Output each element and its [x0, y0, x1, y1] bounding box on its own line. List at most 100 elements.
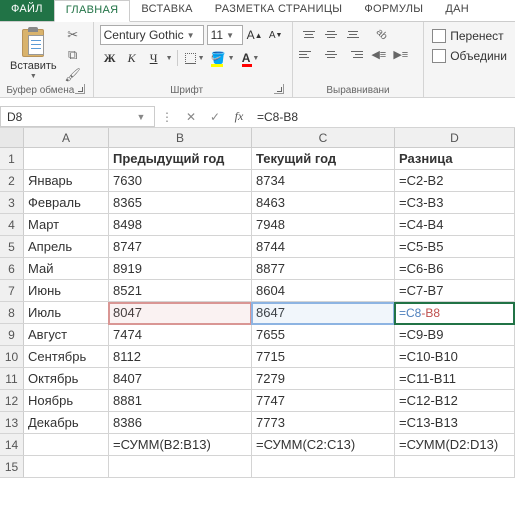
name-box-dropdown[interactable]: ▼	[134, 112, 148, 122]
row-header[interactable]: 2	[0, 170, 24, 191]
cell[interactable]: =C2-B2	[395, 170, 515, 191]
cell[interactable]: =C4-B4	[395, 214, 515, 235]
cell[interactable]: 7747	[252, 390, 395, 411]
cell[interactable]	[24, 434, 109, 455]
align-bottom-button[interactable]	[343, 25, 363, 43]
cell[interactable]: Август	[24, 324, 109, 345]
align-left-button[interactable]	[299, 45, 319, 63]
cell[interactable]: 8463	[252, 192, 395, 213]
cell[interactable]: =C10-B10	[395, 346, 515, 367]
font-dialog-icon[interactable]	[274, 84, 284, 94]
row-header[interactable]: 14	[0, 434, 24, 455]
cell[interactable]	[395, 456, 515, 477]
cell[interactable]: Декабрь	[24, 412, 109, 433]
cell[interactable]: =C8-B8	[395, 302, 515, 323]
tab-page-layout[interactable]: РАЗМЕТКА СТРАНИЦЫ	[204, 0, 354, 21]
cell[interactable]: 8877	[252, 258, 395, 279]
cell[interactable]: Текущий год	[252, 148, 395, 169]
fill-color-button[interactable]: 🪣▼	[210, 48, 236, 68]
align-center-button[interactable]	[321, 45, 341, 63]
cell[interactable]: =C12-B12	[395, 390, 515, 411]
clipboard-dialog-icon[interactable]	[75, 84, 85, 94]
row-header[interactable]: 10	[0, 346, 24, 367]
orientation-button[interactable]: ab	[369, 25, 395, 43]
align-top-button[interactable]	[299, 25, 319, 43]
col-header-c[interactable]: C	[252, 128, 395, 147]
row-header[interactable]: 5	[0, 236, 24, 257]
paste-button[interactable]: Вставить ▼	[6, 25, 61, 83]
cell[interactable]: 8881	[109, 390, 252, 411]
cell[interactable]: =C13-B13	[395, 412, 515, 433]
decrease-indent-button[interactable]: ◀≡	[369, 45, 389, 63]
cell[interactable]: 7655	[252, 324, 395, 345]
cell[interactable]: 8521	[109, 280, 252, 301]
cell[interactable]: 8919	[109, 258, 252, 279]
copy-icon[interactable]: ⧉	[65, 47, 81, 63]
name-box[interactable]: D8▼	[0, 106, 155, 127]
cell[interactable]: Разница	[395, 148, 515, 169]
col-header-b[interactable]: B	[109, 128, 252, 147]
select-all-corner[interactable]	[0, 128, 24, 147]
cell[interactable]	[252, 456, 395, 477]
wrap-text-button[interactable]: Перенест	[432, 29, 507, 43]
row-header[interactable]: 15	[0, 456, 24, 477]
cell[interactable]: 7773	[252, 412, 395, 433]
tab-formulas[interactable]: ФОРМУЛЫ	[353, 0, 434, 21]
tab-file[interactable]: ФАЙЛ	[0, 0, 54, 21]
cell[interactable]: =C9-B9	[395, 324, 515, 345]
row-header[interactable]: 12	[0, 390, 24, 411]
row-header[interactable]: 1	[0, 148, 24, 169]
formula-accept-icon[interactable]: ✓	[203, 106, 227, 127]
increase-font-icon[interactable]: A▲	[246, 26, 264, 44]
cell[interactable]: 8747	[109, 236, 252, 257]
cell[interactable]: =C7-B7	[395, 280, 515, 301]
cell[interactable]: 8407	[109, 368, 252, 389]
row-header[interactable]: 8	[0, 302, 24, 323]
cell[interactable]: 7715	[252, 346, 395, 367]
cell[interactable]: =C11-B11	[395, 368, 515, 389]
cell[interactable]: 7948	[252, 214, 395, 235]
cell[interactable]: 8734	[252, 170, 395, 191]
font-family-select[interactable]: Century Gothic▼	[100, 25, 204, 45]
cell[interactable]: 7474	[109, 324, 252, 345]
cell[interactable]	[109, 456, 252, 477]
cell[interactable]: 7630	[109, 170, 252, 191]
cell[interactable]: 8744	[252, 236, 395, 257]
increase-indent-button[interactable]: ▶≡	[391, 45, 411, 63]
cell[interactable]: =C3-B3	[395, 192, 515, 213]
font-size-select[interactable]: 11▼	[207, 25, 243, 45]
cell[interactable]: Февраль	[24, 192, 109, 213]
row-header[interactable]: 4	[0, 214, 24, 235]
cell[interactable]: Сентябрь	[24, 346, 109, 367]
cell[interactable]: =C5-B5	[395, 236, 515, 257]
cell[interactable]: Июнь	[24, 280, 109, 301]
cell[interactable]: 8365	[109, 192, 252, 213]
cell[interactable]: Октябрь	[24, 368, 109, 389]
cell[interactable]	[24, 148, 109, 169]
underline-button[interactable]: Ч	[144, 48, 164, 68]
tab-data[interactable]: ДАН	[434, 0, 480, 21]
cell[interactable]: Май	[24, 258, 109, 279]
underline-dropdown[interactable]: ▼	[166, 55, 173, 62]
col-header-a[interactable]: A	[24, 128, 109, 147]
format-painter-icon[interactable]: 🖌	[65, 67, 81, 83]
cell[interactable]: Март	[24, 214, 109, 235]
italic-button[interactable]: К	[122, 48, 142, 68]
cell[interactable]	[24, 456, 109, 477]
cell[interactable]: 8604	[252, 280, 395, 301]
fx-icon[interactable]: fx	[227, 106, 251, 127]
cell[interactable]: 8112	[109, 346, 252, 367]
cell[interactable]: Июль	[24, 302, 109, 323]
cell[interactable]: Апрель	[24, 236, 109, 257]
font-color-button[interactable]: A▼	[238, 48, 264, 68]
cell[interactable]: =C6-B6	[395, 258, 515, 279]
row-header[interactable]: 9	[0, 324, 24, 345]
row-header[interactable]: 13	[0, 412, 24, 433]
bold-button[interactable]: Ж	[100, 48, 120, 68]
cell[interactable]: Предыдущий год	[109, 148, 252, 169]
cell[interactable]: 8047	[109, 302, 252, 323]
cell[interactable]: 8498	[109, 214, 252, 235]
row-header[interactable]: 7	[0, 280, 24, 301]
cell[interactable]: Ноябрь	[24, 390, 109, 411]
row-header[interactable]: 6	[0, 258, 24, 279]
